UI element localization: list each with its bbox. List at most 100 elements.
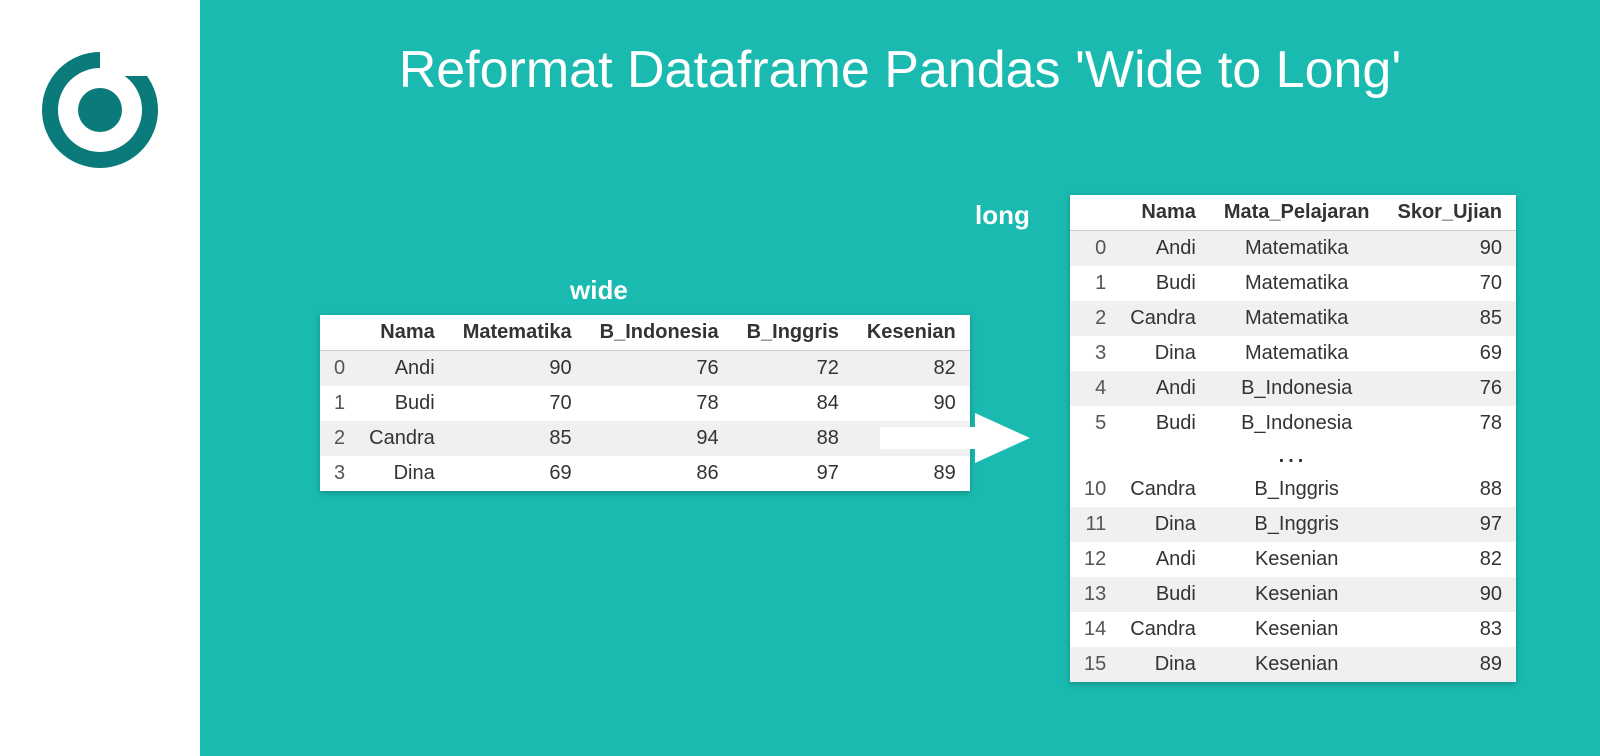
long-col-2: Skor_Ujian	[1384, 195, 1516, 231]
cell: Budi	[1116, 577, 1210, 612]
idx-cell: 11	[1070, 507, 1116, 542]
cell: B_Indonesia	[1210, 371, 1384, 406]
cell: Kesenian	[1210, 577, 1384, 612]
wide-col-0: Nama	[355, 315, 449, 351]
cell: 90	[449, 351, 586, 387]
cell: 85	[1384, 301, 1516, 336]
idx-cell: 3	[320, 456, 355, 491]
cell: Andi	[1116, 371, 1210, 406]
wide-label: wide	[570, 275, 628, 306]
idx-cell: 0	[1070, 231, 1116, 267]
table-row: 2Candra85948883	[320, 421, 970, 456]
cell: 94	[586, 421, 733, 456]
cell: 84	[733, 386, 853, 421]
cell: 97	[1384, 507, 1516, 542]
table-row: 0Andi90767282	[320, 351, 970, 387]
cell: 78	[1384, 406, 1516, 441]
content-area: wide long Nama Matematika B_Indonesia B_…	[200, 175, 1600, 756]
cell: 82	[853, 351, 970, 387]
idx-cell: 1	[1070, 266, 1116, 301]
ellipsis-row: ...	[1070, 441, 1516, 472]
cell: 78	[586, 386, 733, 421]
table-row: 2CandraMatematika85	[1070, 301, 1516, 336]
cell: Matematika	[1210, 266, 1384, 301]
idx-cell: 15	[1070, 647, 1116, 682]
arrow-icon	[880, 413, 1030, 463]
cell: Candra	[1116, 472, 1210, 507]
cell: 76	[586, 351, 733, 387]
cell: B_Indonesia	[1210, 406, 1384, 441]
cell: Dina	[355, 456, 449, 491]
cell: Matematika	[1210, 301, 1384, 336]
table-row: 12AndiKesenian82	[1070, 542, 1516, 577]
idx-cell: 12	[1070, 542, 1116, 577]
cell: B_Inggris	[1210, 472, 1384, 507]
cell: B_Inggris	[1210, 507, 1384, 542]
cell: Matematika	[1210, 336, 1384, 371]
cell: 88	[733, 421, 853, 456]
cell: Dina	[1116, 336, 1210, 371]
cell: 89	[1384, 647, 1516, 682]
long-label: long	[975, 200, 1030, 231]
table-row: 13BudiKesenian90	[1070, 577, 1516, 612]
idx-cell: 1	[320, 386, 355, 421]
long-col-0: Nama	[1116, 195, 1210, 231]
idx-cell: 4	[1070, 371, 1116, 406]
table-row: 10CandraB_Inggris88	[1070, 472, 1516, 507]
cell: 82	[1384, 542, 1516, 577]
left-sidebar	[0, 0, 200, 756]
cell: 72	[733, 351, 853, 387]
cell: Budi	[355, 386, 449, 421]
cell: 69	[1384, 336, 1516, 371]
cell: Andi	[1116, 542, 1210, 577]
logo-icon	[40, 50, 160, 170]
idx-cell: 13	[1070, 577, 1116, 612]
table-row: 0AndiMatematika90	[1070, 231, 1516, 267]
cell: 70	[1384, 266, 1516, 301]
table-row: 3Dina69869789	[320, 456, 970, 491]
cell: 88	[1384, 472, 1516, 507]
wide-col-3: B_Inggris	[733, 315, 853, 351]
wide-col-2: B_Indonesia	[586, 315, 733, 351]
cell: 86	[586, 456, 733, 491]
wide-idx-header	[320, 315, 355, 351]
page-title: Reformat Dataframe Pandas 'Wide to Long'	[200, 40, 1600, 100]
long-col-1: Mata_Pelajaran	[1210, 195, 1384, 231]
cell: 90	[1384, 577, 1516, 612]
idx-cell: 3	[1070, 336, 1116, 371]
table-row: 1Budi70788490	[320, 386, 970, 421]
cell: Budi	[1116, 406, 1210, 441]
table-row: 15DinaKesenian89	[1070, 647, 1516, 682]
cell: 70	[449, 386, 586, 421]
table-row: 11DinaB_Inggris97	[1070, 507, 1516, 542]
idx-cell: 10	[1070, 472, 1116, 507]
table-row: 4AndiB_Indonesia76	[1070, 371, 1516, 406]
idx-cell: 2	[1070, 301, 1116, 336]
cell: Kesenian	[1210, 647, 1384, 682]
cell: Andi	[1116, 231, 1210, 267]
long-idx-header	[1070, 195, 1116, 231]
cell: Candra	[1116, 301, 1210, 336]
cell: Matematika	[1210, 231, 1384, 267]
cell: Dina	[1116, 647, 1210, 682]
idx-cell: 0	[320, 351, 355, 387]
cell: 76	[1384, 371, 1516, 406]
table-row: 1BudiMatematika70	[1070, 266, 1516, 301]
cell: 83	[1384, 612, 1516, 647]
cell: 69	[449, 456, 586, 491]
idx-cell: 14	[1070, 612, 1116, 647]
idx-cell: 2	[320, 421, 355, 456]
table-row: 3DinaMatematika69	[1070, 336, 1516, 371]
wide-col-4: Kesenian	[853, 315, 970, 351]
cell: 90	[1384, 231, 1516, 267]
wide-table: Nama Matematika B_Indonesia B_Inggris Ke…	[320, 315, 970, 491]
cell: Candra	[1116, 612, 1210, 647]
cell: 85	[449, 421, 586, 456]
cell: Candra	[355, 421, 449, 456]
cell: Budi	[1116, 266, 1210, 301]
wide-col-1: Matematika	[449, 315, 586, 351]
idx-cell: 5	[1070, 406, 1116, 441]
cell: Kesenian	[1210, 542, 1384, 577]
long-table: Nama Mata_Pelajaran Skor_Ujian 0AndiMate…	[1070, 195, 1516, 682]
cell: Andi	[355, 351, 449, 387]
